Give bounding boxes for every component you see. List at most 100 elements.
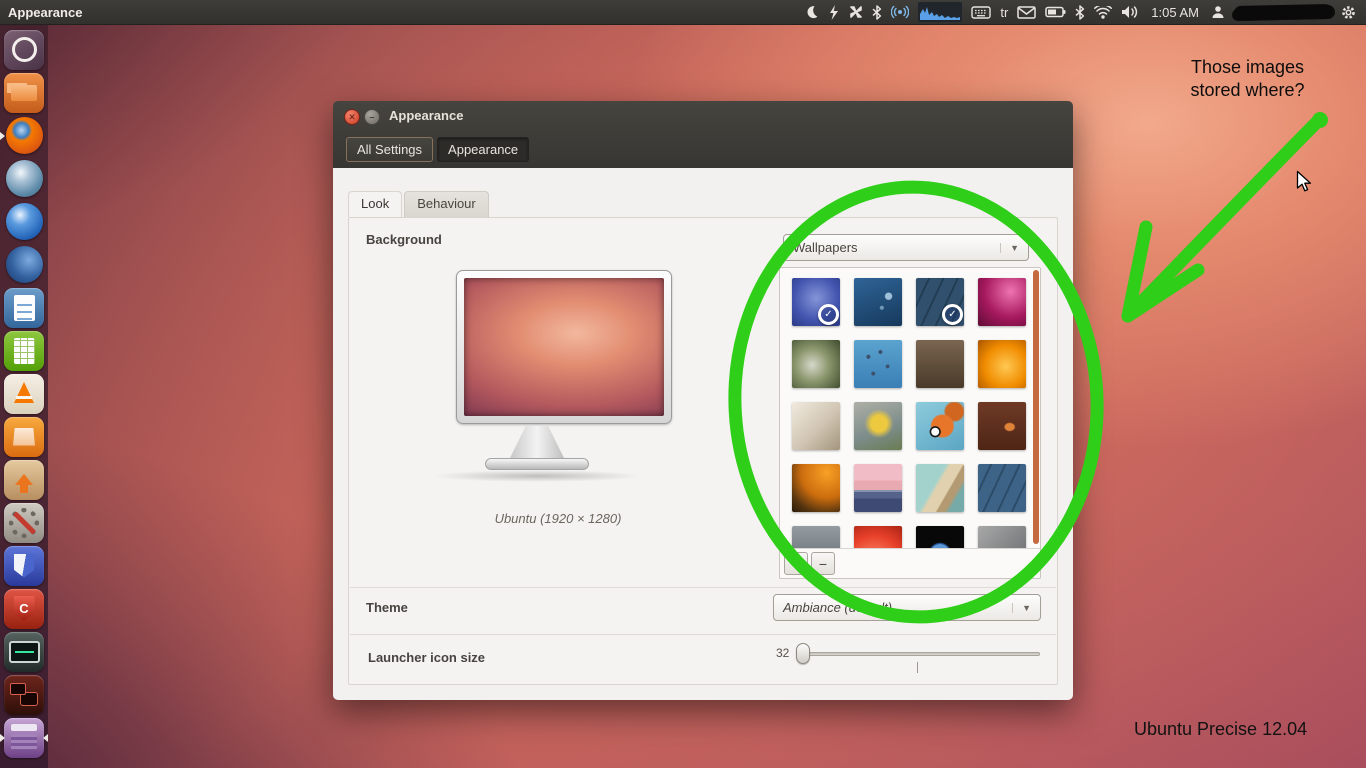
wifi-icon[interactable] [1094,3,1112,21]
earth-icon [6,203,43,240]
dash-icon [4,30,44,70]
launcher-item-firefox[interactable] [0,114,48,157]
settings-icon [4,503,44,543]
wallpaper-thumb-blue-slate[interactable] [978,464,1026,512]
wallpaper-thumb-rope[interactable] [916,464,964,512]
clock[interactable]: 1:05 AM [1148,3,1202,21]
launcher-item-files[interactable] [0,71,48,114]
theme-dropdown[interactable]: Ambiance (default) ▼ [773,594,1041,621]
firefox-icon [6,117,43,154]
monitor-stand [509,426,565,460]
tab-look[interactable]: Look [348,191,402,217]
top-panel: Appearance tr 1:05 AM [0,0,1366,25]
bluetooth-icon[interactable] [1075,3,1085,21]
wallpaper-thumb-red-blur[interactable] [854,526,902,549]
network-history-icon[interactable] [918,2,962,22]
user-icon[interactable] [1211,3,1225,21]
preview-caption: Ubuntu (1920 × 1280) [349,511,767,526]
wallpaper-thumb-blue-tiles[interactable]: ✓ [916,278,964,326]
wallpaper-thumb-white-flowers[interactable] [792,340,840,388]
wallpaper-thumb-magenta-petals[interactable] [978,278,1026,326]
appearance-window: ✕ – Appearance All Settings Appearance L… [333,101,1073,700]
focused-indicator-arrow [43,734,48,742]
wallpaper-thumb-blue-glow[interactable]: ✓ [792,278,840,326]
wallpaper-thumb-earth[interactable] [916,526,964,549]
wallpaper-thumb-sky-petals[interactable] [854,340,902,388]
window-title: Appearance [389,108,463,123]
wallpaper-thumb-orange-flower[interactable] [978,340,1026,388]
version-caption: Ubuntu Precise 12.04 [1134,719,1307,740]
launcher-item-libreoffice-calc[interactable] [0,329,48,372]
terminal-icon [4,675,44,715]
separator [350,634,1056,635]
theme-value: Ambiance (default) [783,600,892,615]
launcher-item-software-center[interactable] [0,415,48,458]
hotspot-icon[interactable] [891,3,909,21]
wallpaper-thumb-yellow-flower[interactable] [854,402,902,450]
chevron-down-icon: ▼ [1012,603,1031,613]
wallpaper-thumb-fish-mural[interactable] [916,402,964,450]
launcher-item-system-settings[interactable] [0,501,48,544]
launcher-item-google-earth[interactable] [0,200,48,243]
mail-icon[interactable] [1017,3,1036,21]
thunderbird-icon [6,246,43,283]
pinwheel-icon[interactable] [849,3,863,21]
wallpaper-thumb-brown-floor[interactable] [916,340,964,388]
sysmon-icon [4,632,44,672]
launcher-item-appearance-settings[interactable] [0,716,48,759]
keyboard-icon[interactable] [971,3,991,21]
wallpaper-thumb-sunset-city[interactable] [854,464,902,512]
launcher-item-comodo[interactable] [0,587,48,630]
user-name-redacted[interactable] [1234,4,1332,20]
wallpaper-thumb-gray-blur[interactable] [792,526,840,549]
comodo-icon [4,589,44,629]
wallpaper-thumb-orange-weave[interactable] [792,464,840,512]
calc-icon [4,331,44,371]
breadcrumb-appearance[interactable]: Appearance [437,137,529,162]
bluetooth-icon[interactable] [872,3,882,21]
wallpaper-thumb-brown-leaf[interactable] [978,402,1026,450]
icon-size-value: 32 [776,646,789,660]
remove-wallpaper-button[interactable]: − [811,552,835,575]
power-icon[interactable] [828,3,840,21]
grid-scrollbar[interactable] [1033,270,1039,544]
wallpaper-thumb-gray-metal[interactable] [978,526,1026,549]
theme-label: Theme [366,600,408,615]
battery-icon[interactable] [1045,3,1066,21]
icon-size-slider-handle[interactable] [796,643,810,664]
software-icon [4,417,44,457]
writer-icon [4,288,44,328]
launcher-item-vlc[interactable] [0,372,48,415]
launcher-item-antivirus-shield[interactable] [0,544,48,587]
selected-check-badge: ✓ [818,304,839,325]
panel-indicators: tr 1:05 AM [805,2,1366,22]
breadcrumb-all-settings[interactable]: All Settings [346,137,433,162]
launcher-item-terminal[interactable] [0,673,48,716]
update-icon [4,460,44,500]
minimize-button[interactable]: – [364,109,380,125]
separator [350,587,1056,588]
keyboard-layout-label[interactable]: tr [1000,3,1008,21]
launcher-item-thunderbird[interactable] [0,243,48,286]
tab-bar: Look Behaviour [348,191,491,217]
wallpaper-thumb-blue-bubbles[interactable] [854,278,902,326]
background-heading: Background [366,232,442,247]
vlc-icon [4,374,44,414]
launcher-item-dash-home[interactable] [0,28,48,71]
panel-app-title: Appearance [0,5,82,20]
close-button[interactable]: ✕ [344,109,360,125]
tab-behaviour[interactable]: Behaviour [404,191,489,217]
wallpaper-source-dropdown[interactable]: Wallpapers ▼ [783,234,1029,261]
launcher-item-system-monitor[interactable] [0,630,48,673]
volume-icon[interactable] [1121,3,1139,21]
launcher-item-chromium[interactable] [0,157,48,200]
icon-size-slider-track[interactable] [796,652,1040,656]
moon-icon[interactable] [805,3,819,21]
appearance-icon [4,718,44,758]
add-wallpaper-button[interactable]: + [784,552,808,575]
wallpaper-thumb-sepia-wing[interactable] [792,402,840,450]
launcher-item-update-manager[interactable] [0,458,48,501]
session-gear-icon[interactable] [1341,3,1356,21]
launcher-item-libreoffice-writer[interactable] [0,286,48,329]
running-indicator-arrow [0,132,5,140]
